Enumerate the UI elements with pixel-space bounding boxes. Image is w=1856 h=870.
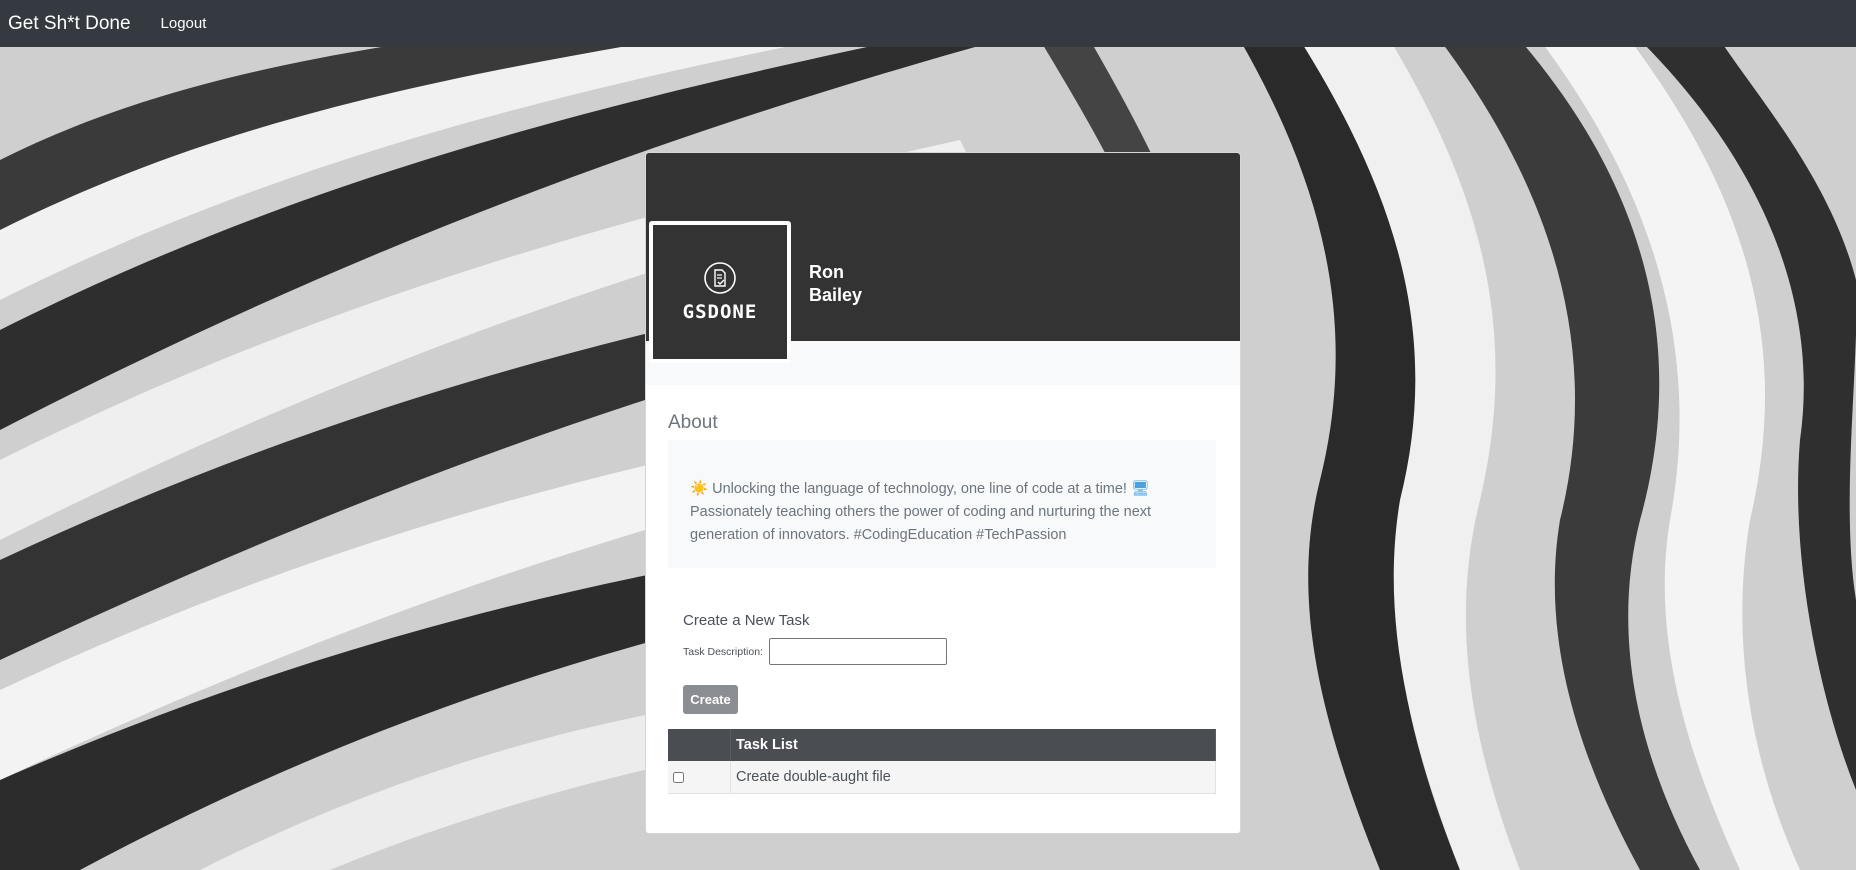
about-text-2: Passionately teaching others the power o… xyxy=(690,504,1152,543)
checkbox-cell xyxy=(668,761,731,794)
create-task-heading: Create a New Task xyxy=(683,612,810,629)
logout-link[interactable]: Logout xyxy=(161,15,207,32)
task-description-cell: Create double-aught file xyxy=(730,761,1216,794)
table-row: Create double-aught file xyxy=(668,761,1216,794)
task-description-label: Task Description: xyxy=(683,646,763,658)
task-list-header: Task List xyxy=(730,729,1216,761)
profile-name: Ron Bailey xyxy=(809,261,862,307)
brand-link[interactable]: Get Sh*t Done xyxy=(8,13,131,35)
task-table: Task List Create double-aught file xyxy=(668,729,1216,794)
task-description-input[interactable] xyxy=(769,638,947,665)
profile-card: GSDONE Ron Bailey About ☀️ Unlocking the… xyxy=(645,152,1241,834)
top-navbar: Get Sh*t Done Logout xyxy=(0,0,1856,47)
document-check-icon xyxy=(704,262,736,294)
about-box: ☀️ Unlocking the language of technology,… xyxy=(668,440,1216,568)
sun-icon: ☀️ xyxy=(690,481,709,497)
checkbox-column-header xyxy=(668,729,731,761)
about-heading: About xyxy=(668,412,718,433)
task-table-header-row: Task List xyxy=(668,729,1216,761)
avatar: GSDONE xyxy=(649,221,791,363)
last-name: Bailey xyxy=(809,285,863,305)
computer-icon: 🖥 xyxy=(1131,481,1150,497)
create-button[interactable]: Create xyxy=(683,685,738,714)
about-text-1: Unlocking the language of technology, on… xyxy=(712,481,1127,497)
first-name: Ron xyxy=(809,262,844,282)
task-checkbox[interactable] xyxy=(673,771,684,783)
avatar-logo-text: GSDONE xyxy=(682,301,758,323)
